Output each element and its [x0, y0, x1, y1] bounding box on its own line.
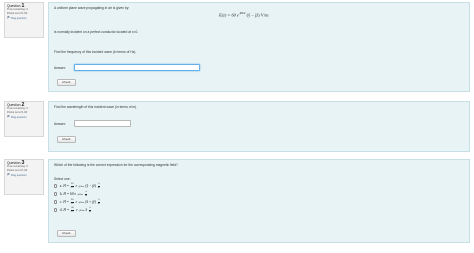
question-line-2: is normally incident on a perfect conduc… — [54, 30, 139, 34]
question-info: Question 1 Time remaining: 3 Points out … — [4, 2, 44, 38]
answer-input[interactable] — [74, 64, 200, 71]
option-b[interactable]: b. H = 60 e -j60πz Am — [54, 190, 88, 197]
option-d[interactable]: d. H = 60 377 e -j60πz ẑ Am — [54, 206, 92, 213]
option-a[interactable]: a. H = 60 377 e -j60πz (ŷ − jẑ) Am — [54, 182, 100, 189]
field-equation: E(z) = 60 e-j60πz (ŷ − jẑ) V/m — [219, 12, 269, 18]
question-content: Find the wavelength of this incident wav… — [48, 101, 470, 152]
answer-label: Answer: — [54, 66, 66, 70]
flag-question-link[interactable]: Flag question — [7, 172, 41, 178]
check-button[interactable]: Check — [57, 230, 76, 237]
question-info: Question 2 Time remaining: 3 Points out … — [4, 101, 44, 137]
question-content: Which of the following is the correct ex… — [48, 159, 470, 243]
question-content: A uniform plane wave propagating in air … — [48, 2, 470, 92]
flag-icon — [7, 172, 10, 176]
option-c[interactable]: c. H = 60 377 e -j60πz (ẑ + jŷ) Am — [54, 198, 100, 205]
select-one-label: Select one: — [54, 177, 71, 181]
flag-question-link[interactable]: Flag question — [7, 15, 41, 21]
answer-input[interactable] — [74, 120, 131, 127]
flag-icon — [7, 114, 10, 118]
radio-button[interactable] — [54, 208, 58, 212]
flag-question-link[interactable]: Flag question — [7, 114, 41, 120]
flag-icon — [7, 15, 10, 19]
radio-button[interactable] — [54, 192, 58, 196]
check-button[interactable]: Check — [57, 136, 76, 143]
question-line-3: Find the frequency of this incident wave… — [54, 50, 137, 54]
question-text: Which of the following is the correct ex… — [54, 163, 178, 167]
question-info: Question 3 Time remaining: 3 Points out … — [4, 159, 44, 195]
question-text: A uniform plane wave propagating in air … — [54, 6, 130, 10]
radio-button[interactable] — [54, 184, 58, 188]
check-button[interactable]: Check — [57, 79, 76, 86]
answer-label: Answer: — [54, 122, 66, 126]
question-text: Find the wavelength of this incident wav… — [54, 105, 138, 109]
radio-button[interactable] — [54, 200, 58, 204]
